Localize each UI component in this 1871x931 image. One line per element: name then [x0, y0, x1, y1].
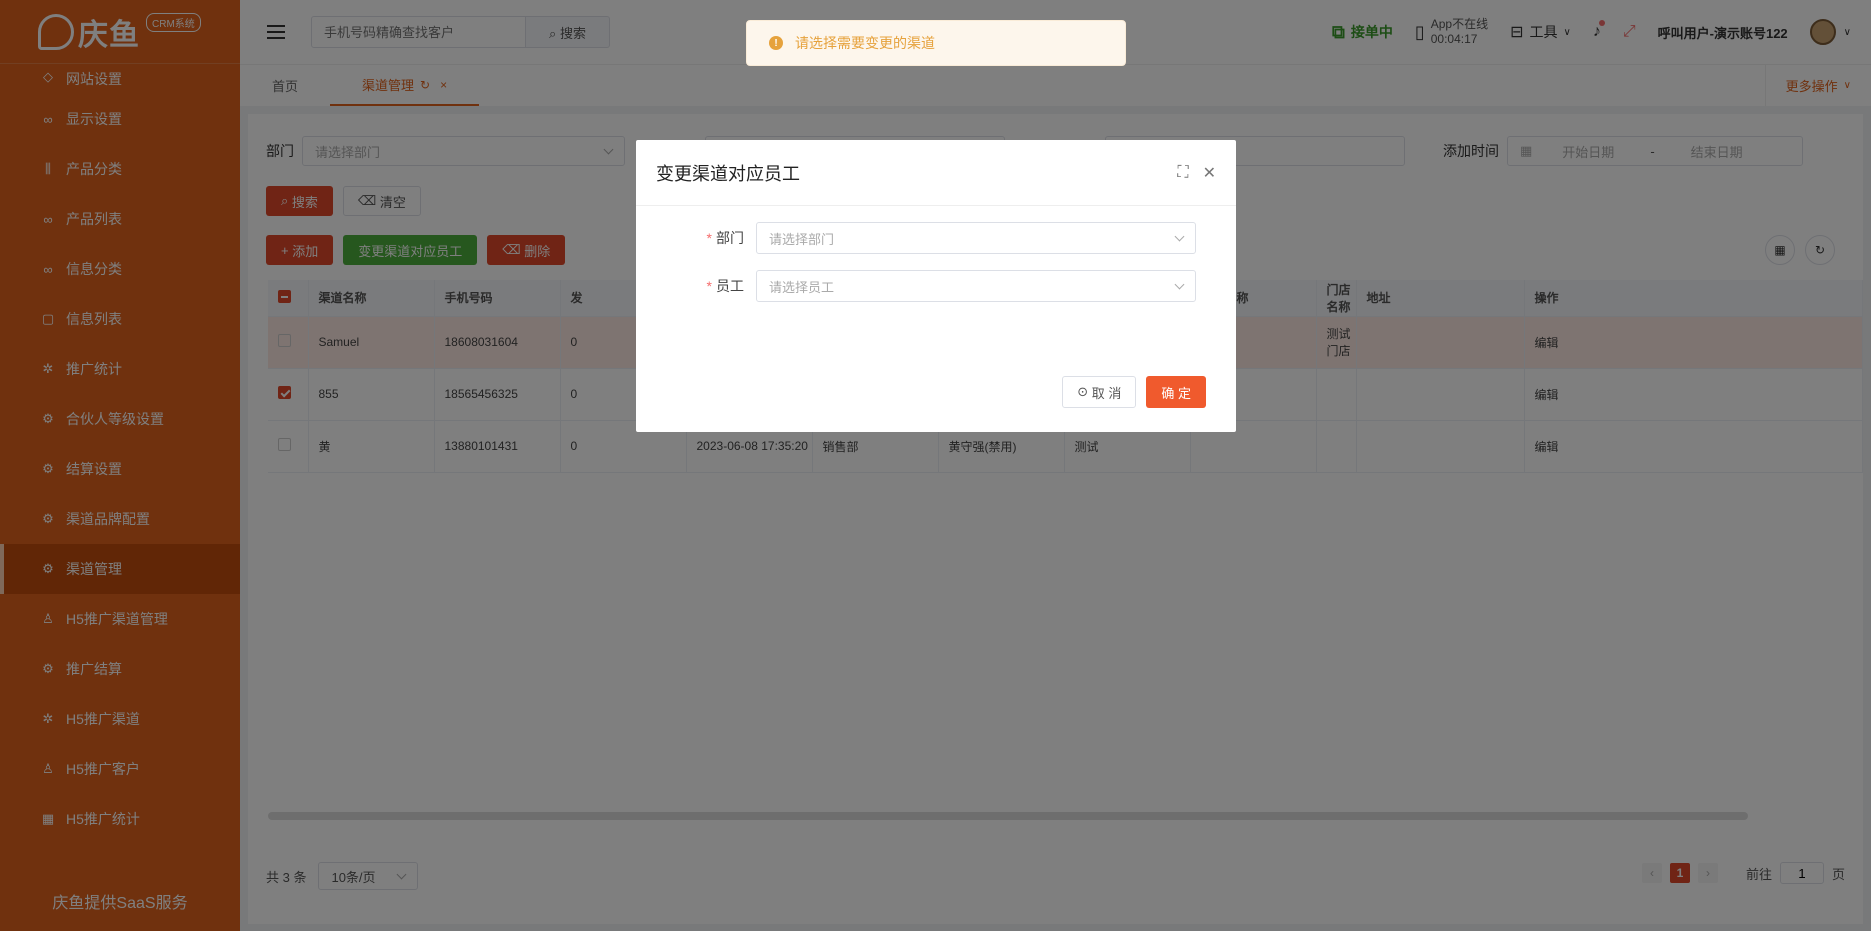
chevron-down-icon: [1174, 279, 1185, 289]
cancel-icon: ⊙: [1077, 384, 1092, 399]
confirm-button[interactable]: 确 定: [1146, 376, 1206, 408]
staff-form-label: * 员工: [706, 278, 744, 294]
maximize-icon[interactable]: ⛶: [1177, 164, 1188, 182]
chevron-down-icon: [1174, 231, 1185, 241]
staff-form-row: * 员工 请选择员工: [636, 270, 1236, 302]
warning-toast: ! 请选择需要变更的渠道: [746, 20, 1126, 66]
dialog-tools: ⛶ ✕: [1163, 163, 1216, 183]
staff-select-placeholder: 请选择员工: [769, 279, 835, 295]
close-icon[interactable]: ✕: [1203, 163, 1216, 183]
dialog-footer: ⊙ 取 消 确 定: [1052, 376, 1206, 408]
cancel-label: 取 消: [1091, 385, 1122, 401]
toast-message: 请选择需要变更的渠道: [795, 35, 935, 51]
dept-form-label: * 部门: [706, 230, 744, 246]
dialog-title: 变更渠道对应员工: [656, 163, 800, 184]
staff-select[interactable]: 请选择员工: [756, 270, 1196, 302]
dept-label-text: 部门: [716, 230, 744, 246]
cancel-button[interactable]: ⊙ 取 消: [1062, 376, 1137, 408]
dept-select-placeholder: 请选择部门: [769, 231, 835, 247]
dept-select[interactable]: 请选择部门: [756, 222, 1196, 254]
change-staff-dialog: 变更渠道对应员工 ⛶ ✕ * 部门 请选择部门 * 员工 请选择员工 ⊙ 取 消 确…: [636, 140, 1236, 432]
dept-form-row: * 部门 请选择部门: [636, 222, 1236, 254]
staff-label-text: 员工: [716, 278, 744, 294]
dialog-header: 变更渠道对应员工 ⛶ ✕: [636, 140, 1236, 206]
warning-icon: !: [769, 36, 783, 50]
